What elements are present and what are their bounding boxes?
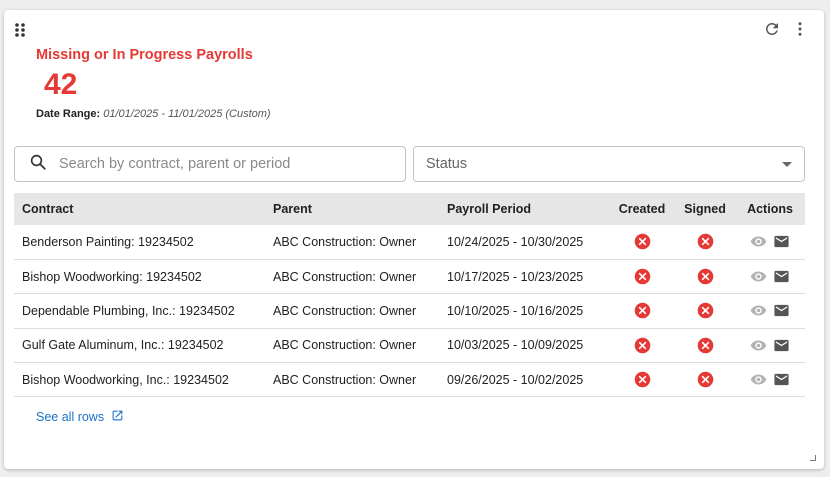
cell-parent: ABC Construction: Owner	[265, 293, 439, 329]
mail-icon[interactable]	[773, 268, 790, 285]
cell-contract: Bishop Woodworking, Inc.: 19234502	[14, 362, 265, 398]
column-header-payroll-period[interactable]: Payroll Period	[439, 193, 609, 225]
cell-signed	[675, 362, 735, 398]
signed-x-circle-icon	[697, 371, 714, 388]
chevron-down-icon	[782, 161, 792, 167]
cell-payroll-period: 10/03/2025 - 10/09/2025	[439, 328, 609, 364]
eye-icon[interactable]	[750, 302, 767, 319]
created-x-circle-icon	[634, 303, 651, 319]
see-all-rows-label: See all rows	[36, 410, 105, 424]
created-x-circle-icon	[634, 268, 651, 285]
cell-actions	[735, 225, 805, 260]
column-header-actions: Actions	[735, 193, 805, 225]
signed-x-circle-icon	[697, 234, 714, 250]
cell-payroll-period: 09/26/2025 - 10/02/2025	[439, 362, 609, 398]
cell-created	[609, 328, 675, 364]
created-x-circle-icon	[634, 337, 651, 354]
date-range-value: 01/01/2025 - 11/01/2025 (Custom)	[103, 108, 271, 120]
cell-payroll-period: 10/10/2025 - 10/16/2025	[439, 293, 609, 329]
date-range: Date Range: 01/01/2025 - 11/01/2025 (Cus…	[36, 108, 271, 120]
signed-x-circle-icon	[697, 268, 714, 285]
cell-signed	[675, 293, 735, 329]
signed-x-circle-icon	[697, 303, 714, 319]
eye-icon[interactable]	[750, 371, 767, 388]
cell-actions	[735, 362, 805, 398]
widget-card: Missing or In Progress Payrolls 42 Date …	[4, 10, 824, 469]
column-header-created[interactable]: Created	[609, 193, 675, 225]
cell-payroll-period: 10/24/2025 - 10/30/2025	[439, 225, 609, 260]
table-row[interactable]: Dependable Plumbing, Inc.: 19234502 ABC C…	[14, 293, 805, 329]
table-row[interactable]: Bishop Woodworking, Inc.: 19234502 ABC Co…	[14, 362, 805, 398]
cell-contract: Benderson Painting: 19234502	[14, 225, 265, 260]
cell-parent: ABC Construction: Owner	[265, 225, 439, 260]
more-vert-icon[interactable]	[790, 19, 810, 39]
status-select-label: Status	[426, 156, 468, 172]
mail-icon[interactable]	[773, 337, 790, 354]
eye-icon[interactable]	[750, 337, 767, 354]
cell-signed	[675, 225, 735, 260]
signed-x-circle-icon	[697, 337, 714, 354]
cell-parent: ABC Construction: Owner	[265, 362, 439, 398]
cell-contract: Gulf Gate Aluminum, Inc.: 19234502	[14, 328, 265, 364]
cell-signed	[675, 259, 735, 295]
mail-icon[interactable]	[773, 233, 790, 250]
mail-icon[interactable]	[773, 302, 790, 319]
eye-icon[interactable]	[750, 233, 767, 250]
eye-icon[interactable]	[750, 268, 767, 285]
search-input[interactable]	[57, 155, 387, 173]
cell-contract: Dependable Plumbing, Inc.: 19234502	[14, 293, 265, 329]
table-header-row: Contract Parent Payroll Period Created S…	[14, 193, 805, 225]
created-x-circle-icon	[634, 234, 651, 250]
cell-created	[609, 293, 675, 329]
cell-payroll-period: 10/17/2025 - 10/23/2025	[439, 259, 609, 295]
resize-handle-icon[interactable]	[810, 455, 816, 461]
search-box[interactable]	[14, 146, 406, 182]
mail-icon[interactable]	[773, 371, 790, 388]
date-range-label: Date Range:	[36, 108, 101, 120]
cell-actions	[735, 293, 805, 329]
open-in-new-icon	[111, 409, 124, 425]
cell-actions	[735, 328, 805, 364]
payroll-table: Contract Parent Payroll Period Created S…	[14, 193, 805, 398]
status-select[interactable]: Status	[413, 146, 805, 182]
created-x-circle-icon	[634, 371, 651, 388]
table-row[interactable]: Gulf Gate Aluminum, Inc.: 19234502 ABC Co…	[14, 328, 805, 364]
see-all-rows-link[interactable]: See all rows	[36, 409, 124, 425]
widget-actions	[762, 19, 810, 39]
table-row[interactable]: Benderson Painting: 19234502 ABC Construc…	[14, 225, 805, 260]
drag-handle-icon[interactable]	[14, 22, 26, 38]
column-header-signed[interactable]: Signed	[675, 193, 735, 225]
cell-created	[609, 362, 675, 398]
column-header-parent[interactable]: Parent	[265, 193, 439, 225]
payroll-count: 42	[44, 68, 78, 101]
table-row[interactable]: Bishop Woodworking: 19234502 ABC Construc…	[14, 259, 805, 295]
search-icon	[29, 153, 47, 176]
widget-title: Missing or In Progress Payrolls	[36, 47, 253, 63]
cell-parent: ABC Construction: Owner	[265, 328, 439, 364]
column-header-contract[interactable]: Contract	[14, 193, 265, 225]
cell-created	[609, 259, 675, 295]
cell-created	[609, 225, 675, 260]
cell-actions	[735, 259, 805, 295]
cell-contract: Bishop Woodworking: 19234502	[14, 259, 265, 295]
cell-parent: ABC Construction: Owner	[265, 259, 439, 295]
refresh-icon[interactable]	[762, 19, 782, 39]
cell-signed	[675, 328, 735, 364]
